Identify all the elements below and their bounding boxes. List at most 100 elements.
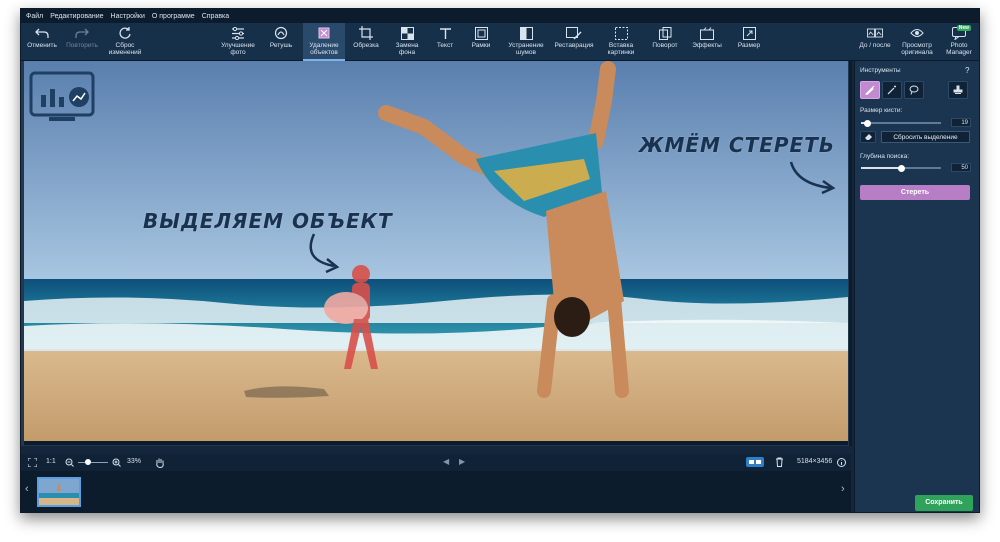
menu-settings[interactable]: Настройки [111, 13, 145, 20]
background-label: Замена фона [395, 42, 419, 56]
zoom-out-icon[interactable] [65, 458, 74, 467]
redo-button[interactable]: Повторить [63, 23, 101, 61]
image-dimensions: 5184×3456 [797, 458, 833, 465]
before-after-label: До / после [859, 42, 891, 49]
tools-panel: Инструменты ? Размер кисти: 19 Сбросить … [854, 61, 979, 512]
menu-bar: Файл Редактирование Настройки О программ… [21, 9, 979, 23]
menu-help[interactable]: Справка [202, 13, 229, 20]
eraser-icon [316, 26, 332, 40]
curved-arrow-icon [309, 233, 340, 274]
reset-changes-button[interactable]: Сброс изменений [105, 23, 145, 61]
retouch-icon [273, 26, 289, 40]
brush-size-label: Размер кисти: [860, 107, 903, 114]
save-button[interactable]: Сохранить [915, 495, 973, 511]
enhance-label: Улучшение фото [221, 42, 255, 56]
annotation-select-object: ВЫДЕЛЯЕМ ОБЪЕКТ [143, 209, 393, 233]
insert-picture-icon [613, 26, 629, 40]
chart-logo-icon [29, 71, 95, 121]
tab-retouch[interactable]: Ретушь [263, 23, 299, 61]
thumbnail[interactable] [37, 477, 81, 507]
resize-icon [741, 26, 757, 40]
filmstrip-prev-icon[interactable]: ‹ [25, 483, 29, 495]
tab-frames[interactable]: Рамки [465, 23, 497, 61]
trash-icon[interactable] [775, 457, 784, 467]
reset-selection-button[interactable]: Сбросить выделение [881, 131, 970, 143]
eye-icon [909, 26, 925, 40]
search-depth-label: Глубина поиска: [860, 153, 910, 160]
undo-label: Отменить [27, 42, 57, 49]
eraser-icon [864, 134, 872, 140]
annotation-press-erase: ЖМЁМ СТЕРЕТЬ [639, 133, 836, 157]
text-label: Текст [436, 42, 454, 49]
stamp-icon [953, 85, 963, 94]
tab-denoise[interactable]: Устранение шумов [503, 23, 549, 61]
undo-button[interactable]: Отменить [25, 23, 59, 61]
next-image-icon[interactable]: ▶ [459, 457, 465, 466]
redo-icon [74, 26, 90, 40]
stamp-tool-button[interactable] [948, 81, 968, 99]
erase-button[interactable]: Стереть [860, 185, 970, 200]
preview-original-button[interactable]: Просмотр оригинала [897, 23, 937, 61]
tab-insert-picture[interactable]: Вставка картинки [599, 23, 643, 61]
filmstrip-next-icon[interactable]: › [841, 483, 845, 495]
thumbnail-image [39, 479, 79, 505]
curved-arrow-icon [789, 161, 836, 195]
app-window: Файл Редактирование Настройки О программ… [20, 8, 980, 513]
tab-enhance[interactable]: Улучшение фото [217, 23, 259, 61]
redo-label: Повторить [66, 42, 98, 49]
brush-size-knob[interactable] [864, 119, 871, 127]
prev-image-icon[interactable]: ◀ [443, 457, 449, 466]
frame-icon [473, 26, 489, 40]
new-badge: New [956, 25, 971, 31]
image-canvas[interactable]: ВЫДЕЛЯЕМ ОБЪЕКТ ЖМЁМ СТЕРЕТЬ [21, 61, 851, 446]
zoom-slider-knob[interactable] [85, 459, 91, 465]
denoise-label: Устранение шумов [508, 42, 544, 56]
info-icon[interactable] [837, 458, 846, 467]
effects-icon [699, 26, 715, 40]
text-icon [437, 26, 453, 40]
help-icon[interactable]: ? [965, 66, 969, 75]
hand-icon[interactable] [155, 457, 165, 468]
zoom-slider[interactable] [78, 459, 108, 465]
tab-rotate[interactable]: Поворот [647, 23, 683, 61]
checker-icon [399, 26, 415, 40]
brush-size-value[interactable]: 19 [951, 118, 971, 127]
search-depth-value[interactable]: 50 [951, 163, 971, 172]
compare-icon[interactable] [746, 457, 764, 467]
menu-about[interactable]: О программе [152, 13, 195, 20]
photo-manager-label: Photo Manager [946, 42, 972, 56]
search-depth-slider[interactable] [861, 164, 941, 172]
horizontal-scrollbar[interactable] [24, 441, 848, 445]
lasso-tool-button[interactable] [904, 81, 924, 99]
search-depth-knob[interactable] [898, 164, 905, 172]
restore-icon [566, 26, 582, 40]
frames-label: Рамки [471, 42, 491, 49]
rotate-label: Поворот [652, 42, 678, 49]
brush-tool-button[interactable] [860, 81, 880, 99]
tab-background[interactable]: Замена фона [389, 23, 425, 61]
menu-file[interactable]: Файл [26, 13, 43, 20]
crop-label: Обрезка [353, 42, 379, 49]
fit-screen-icon[interactable] [28, 458, 37, 467]
tab-text[interactable]: Текст [429, 23, 461, 61]
brush-size-slider[interactable] [861, 119, 941, 127]
beach-photo [24, 61, 848, 445]
eraser-tool-button[interactable] [860, 131, 876, 143]
tab-remove-objects[interactable]: Удаление объектов [303, 23, 345, 61]
tab-effects[interactable]: Эффекты [687, 23, 727, 61]
before-after-button[interactable]: До / после [855, 23, 895, 61]
menu-edit[interactable]: Редактирование [50, 13, 103, 20]
remove-label: Удаление объектов [309, 42, 339, 56]
tab-crop[interactable]: Обрезка [349, 23, 383, 61]
insert-label: Вставка картинки [607, 42, 635, 56]
vertical-scrollbar[interactable] [849, 61, 852, 446]
tab-restore[interactable]: Реставрация [551, 23, 597, 61]
tab-resize[interactable]: Размер [731, 23, 767, 61]
rotate-icon [657, 26, 673, 40]
refresh-icon [117, 26, 133, 40]
zoom-in-icon[interactable] [112, 458, 121, 467]
denoise-icon [518, 26, 534, 40]
photo-manager-button[interactable]: New Photo Manager [939, 23, 979, 61]
magic-wand-tool-button[interactable] [882, 81, 902, 99]
actual-size-button[interactable]: 1:1 [46, 458, 56, 465]
